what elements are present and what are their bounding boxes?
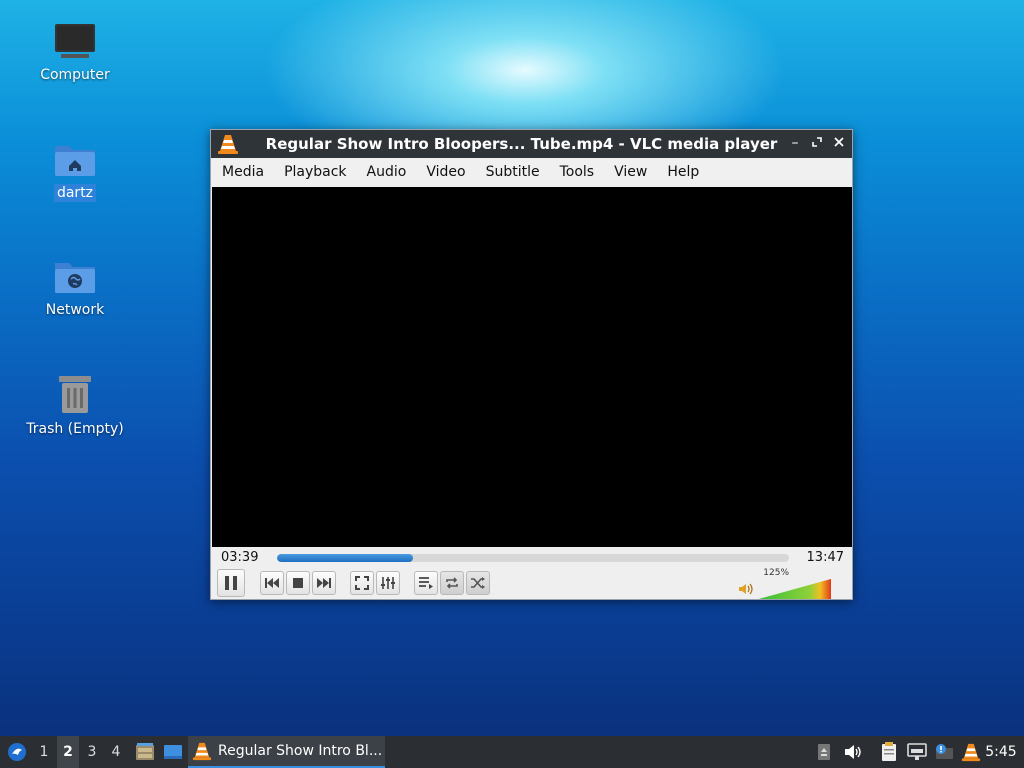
- workspace-4[interactable]: 4: [105, 736, 127, 768]
- skip-forward-icon: [317, 578, 331, 588]
- close-icon: [834, 137, 844, 147]
- workspace-3[interactable]: 3: [81, 736, 103, 768]
- menu-playback[interactable]: Playback: [277, 164, 353, 180]
- shuffle-button[interactable]: [466, 571, 490, 595]
- menu-media[interactable]: Media: [215, 164, 271, 180]
- volume-level-label: 125%: [763, 568, 789, 578]
- desktop-icon-label: Computer: [40, 67, 110, 83]
- pause-button[interactable]: [217, 569, 245, 597]
- computer-icon: [55, 24, 95, 58]
- elapsed-time[interactable]: 03:39: [221, 550, 258, 565]
- loop-icon: [446, 577, 458, 589]
- lubuntu-logo-icon: [8, 743, 26, 761]
- close-button[interactable]: [830, 134, 848, 152]
- title-bar[interactable]: Regular Show Intro Bloopers... Tube.mp4 …: [211, 130, 852, 158]
- file-manager-launcher[interactable]: [133, 736, 157, 768]
- menu-view[interactable]: View: [607, 164, 654, 180]
- taskbar: 1 2 3 4 Regular Show Intro Bl... 5:45: [0, 736, 1024, 768]
- loop-button[interactable]: [440, 571, 464, 595]
- seek-progress: [277, 554, 413, 562]
- desktop-icon-network[interactable]: Network: [20, 257, 130, 319]
- volume-icon: [845, 745, 861, 759]
- vlc-window: Regular Show Intro Bloopers... Tube.mp4 …: [210, 129, 853, 600]
- menu-bar: Media Playback Audio Video Subtitle Tool…: [211, 158, 852, 186]
- playlist-button[interactable]: [414, 571, 438, 595]
- skip-back-icon: [265, 578, 279, 588]
- extended-settings-button[interactable]: [376, 571, 400, 595]
- clipboard-icon: [882, 742, 896, 761]
- vlc-cone-icon: [192, 742, 212, 761]
- restore-icon: [812, 137, 822, 147]
- fullscreen-button[interactable]: [350, 571, 374, 595]
- eject-icon: [818, 744, 830, 760]
- total-duration[interactable]: 13:47: [807, 550, 844, 565]
- window-title: Regular Show Intro Bloopers... Tube.mp4 …: [265, 135, 778, 153]
- app-menu-button[interactable]: [4, 736, 30, 768]
- desktop-icon-computer[interactable]: Computer: [20, 22, 130, 84]
- vlc-cone-icon: [218, 135, 238, 154]
- stop-button[interactable]: [286, 571, 310, 595]
- equalizer-icon: [381, 577, 395, 589]
- fullscreen-icon: [355, 576, 369, 590]
- menu-video[interactable]: Video: [419, 164, 472, 180]
- menu-audio[interactable]: Audio: [360, 164, 414, 180]
- speaker-icon[interactable]: [738, 582, 754, 596]
- controls-row: 125%: [211, 568, 852, 600]
- shuffle-icon: [471, 577, 485, 589]
- clipboard-tray-icon[interactable]: [878, 736, 900, 768]
- desktop-icon-label: Network: [45, 302, 105, 318]
- volume-tray-button[interactable]: [842, 736, 864, 768]
- eject-tray-icon[interactable]: [814, 736, 834, 768]
- show-desktop-button[interactable]: [161, 736, 185, 768]
- notification-tray-icon[interactable]: [932, 736, 956, 768]
- workspace-1[interactable]: 1: [33, 736, 55, 768]
- volume-slider[interactable]: [758, 578, 832, 600]
- network-folder-icon: [55, 263, 95, 293]
- restore-button[interactable]: [808, 134, 826, 152]
- menu-tools[interactable]: Tools: [553, 164, 602, 180]
- notification-screen-icon: [936, 744, 953, 759]
- desktop-icon: [164, 745, 182, 759]
- seek-row: 03:39 13:47: [211, 548, 852, 570]
- desktop-icon-trash[interactable]: Trash (Empty): [20, 372, 130, 438]
- desktop-icon-dartz[interactable]: dartz: [20, 140, 130, 202]
- task-label: Regular Show Intro Bl...: [218, 743, 383, 759]
- network-tray-icon[interactable]: [905, 736, 929, 768]
- playlist-icon: [419, 577, 433, 589]
- taskbar-task-vlc[interactable]: Regular Show Intro Bl...: [188, 736, 385, 768]
- menu-help[interactable]: Help: [660, 164, 706, 180]
- workspace-2[interactable]: 2: [57, 736, 79, 768]
- menu-subtitle[interactable]: Subtitle: [479, 164, 547, 180]
- desktop-icon-label: Trash (Empty): [26, 421, 124, 437]
- vlc-tray-icon[interactable]: [960, 736, 982, 768]
- trash-icon: [59, 376, 91, 413]
- minimize-button[interactable]: –: [786, 134, 804, 152]
- pause-icon: [225, 576, 237, 590]
- file-cabinet-icon: [136, 743, 154, 760]
- home-folder-icon: [55, 146, 95, 176]
- desktop-icon-label: dartz: [53, 184, 97, 202]
- next-button[interactable]: [312, 571, 336, 595]
- clock[interactable]: 5:45: [984, 736, 1018, 768]
- seek-slider[interactable]: [277, 554, 789, 562]
- previous-button[interactable]: [260, 571, 284, 595]
- network-wired-icon: [907, 743, 927, 760]
- vlc-cone-icon: [961, 743, 981, 762]
- stop-icon: [293, 578, 303, 588]
- video-area[interactable]: [212, 187, 852, 547]
